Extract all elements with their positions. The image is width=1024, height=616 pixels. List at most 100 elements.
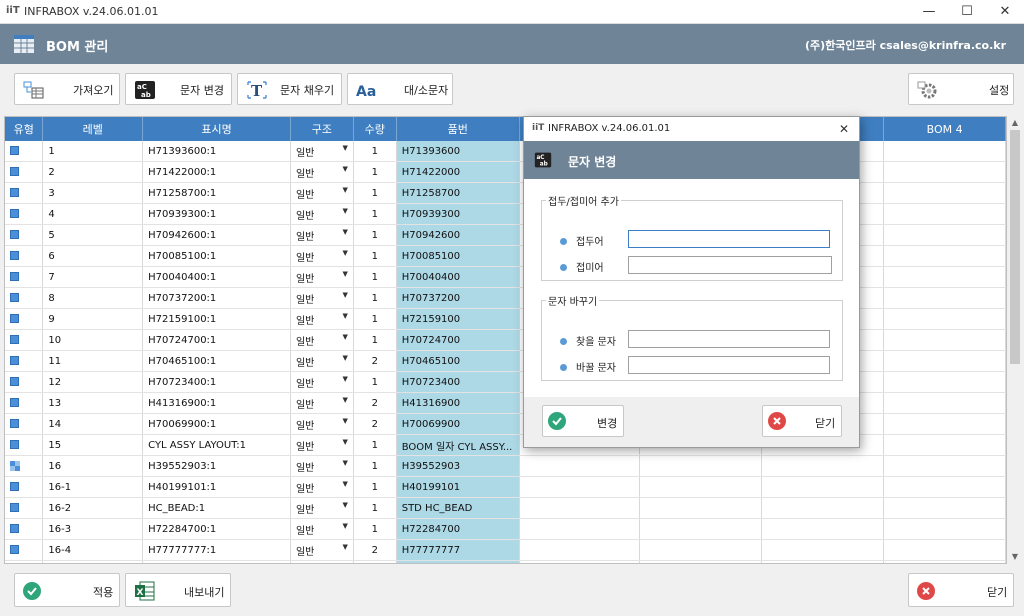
- cell-level[interactable]: 4: [42, 203, 144, 225]
- cell-type[interactable]: [5, 539, 44, 561]
- cell-part-number[interactable]: H70939300: [396, 203, 520, 225]
- cell-part-number[interactable]: H70724700: [396, 329, 520, 351]
- cell-display-name[interactable]: H71258700:1: [142, 182, 291, 204]
- cell-part-number[interactable]: H71393600: [396, 141, 520, 162]
- cell-type[interactable]: [5, 455, 44, 477]
- cell-display-name[interactable]: H70069900:1: [142, 413, 291, 435]
- table-vertical-scrollbar[interactable]: ▲ ▼: [1007, 116, 1023, 564]
- cell-structure[interactable]: 일반 ▼: [290, 266, 354, 288]
- cell-bom-1[interactable]: [519, 476, 641, 498]
- cell-structure[interactable]: 일반 ▼: [290, 224, 354, 246]
- cell-structure[interactable]: 일반 ▼: [290, 161, 354, 183]
- cell-display-name[interactable]: H41316900:1: [142, 392, 291, 414]
- cell-quantity[interactable]: 1: [353, 329, 397, 351]
- cell-level[interactable]: 8: [42, 287, 144, 309]
- dropdown-arrow-icon[interactable]: ▼: [342, 333, 347, 341]
- cell-bom-4[interactable]: [883, 497, 1006, 519]
- export-button[interactable]: X 내보내기: [125, 573, 231, 607]
- cell-quantity[interactable]: 1: [353, 434, 397, 456]
- col-header-level[interactable]: 레벨: [42, 117, 144, 141]
- dialog-change-button[interactable]: 변경: [542, 405, 624, 437]
- cell-part-number[interactable]: H39552903: [396, 455, 520, 477]
- cell-level[interactable]: 11: [42, 350, 144, 372]
- cell-bom-4[interactable]: [883, 455, 1006, 477]
- minimize-button[interactable]: —: [912, 0, 946, 24]
- cell-part-number[interactable]: H70723400: [396, 371, 520, 393]
- cell-quantity[interactable]: 1: [353, 203, 397, 225]
- cell-structure[interactable]: 일반 ▼: [290, 287, 354, 309]
- cell-part-number[interactable]: H71422000: [396, 161, 520, 183]
- cell-bom-4[interactable]: [883, 329, 1006, 351]
- cell-type[interactable]: [5, 518, 44, 540]
- cell-bom-3[interactable]: [761, 497, 885, 519]
- cell-quantity[interactable]: 1: [353, 141, 397, 162]
- cell-display-name[interactable]: H77777777:1: [142, 539, 291, 561]
- cell-bom-4[interactable]: [883, 141, 1006, 162]
- cell-part-number[interactable]: H71258700: [396, 182, 520, 204]
- settings-button[interactable]: 설정: [908, 73, 1014, 105]
- cell-part-number[interactable]: STD HC_BEAD: [396, 497, 520, 519]
- cell-structure[interactable]: 일반 ▼: [290, 182, 354, 204]
- cell-type[interactable]: [5, 245, 44, 267]
- cell-structure[interactable]: 일반 ▼: [290, 476, 354, 498]
- dropdown-arrow-icon[interactable]: ▼: [342, 354, 347, 362]
- cell-level[interactable]: 16-1: [42, 476, 144, 498]
- cell-display-name[interactable]: H70942600:1: [142, 224, 291, 246]
- cell-structure[interactable]: 일반 ▼: [290, 203, 354, 225]
- col-header-quantity[interactable]: 수량: [353, 117, 397, 141]
- apply-button[interactable]: 적용: [14, 573, 120, 607]
- cell-structure[interactable]: 일반 ▼: [290, 350, 354, 372]
- cell-quantity[interactable]: 1: [353, 245, 397, 267]
- cell-quantity[interactable]: 2: [353, 413, 397, 435]
- cell-bom-1[interactable]: [519, 455, 641, 477]
- table-row[interactable]: 16-4 H77777777:1 일반 ▼ 2 H77777777: [5, 539, 1006, 561]
- cell-quantity[interactable]: 2: [353, 350, 397, 372]
- cell-level[interactable]: 10: [42, 329, 144, 351]
- cell-part-number[interactable]: H70069900: [396, 413, 520, 435]
- cell-structure[interactable]: 일반 ▼: [290, 329, 354, 351]
- cell-bom-3[interactable]: [761, 476, 885, 498]
- cell-part-number[interactable]: H72284700: [396, 518, 520, 540]
- cell-display-name[interactable]: H70724700:1: [142, 329, 291, 351]
- cell-display-name[interactable]: CYL ASSY LAYOUT:1: [142, 434, 291, 456]
- dropdown-arrow-icon[interactable]: ▼: [342, 459, 347, 467]
- cell-bom-2[interactable]: [639, 539, 762, 561]
- dropdown-arrow-icon[interactable]: ▼: [342, 270, 347, 278]
- cell-level[interactable]: 6: [42, 245, 144, 267]
- cell-type[interactable]: [5, 413, 44, 435]
- cell-structure[interactable]: 일반 ▼: [290, 308, 354, 330]
- cell-quantity[interactable]: 1: [353, 161, 397, 183]
- cell-structure[interactable]: 일반 ▼: [290, 497, 354, 519]
- cell-bom-4[interactable]: [883, 434, 1006, 456]
- dropdown-arrow-icon[interactable]: ▼: [342, 501, 347, 509]
- cell-type[interactable]: [5, 287, 44, 309]
- col-header-part-number[interactable]: 품번: [396, 117, 520, 141]
- cell-structure[interactable]: 일반 ▼: [290, 518, 354, 540]
- cell-structure[interactable]: 일반 ▼: [290, 371, 354, 393]
- dialog-close-icon[interactable]: ✕: [834, 119, 854, 139]
- cell-bom-2[interactable]: [639, 455, 762, 477]
- cell-display-name[interactable]: H71393600:1: [142, 141, 291, 162]
- table-row[interactable]: 16 H39552903:1 일반 ▼ 1 H39552903: [5, 455, 1006, 477]
- scroll-thumb[interactable]: [1010, 130, 1020, 364]
- cell-structure[interactable]: 일반 ▼: [290, 245, 354, 267]
- table-row[interactable]: 16-1 H40199101:1 일반 ▼ 1 H40199101: [5, 476, 1006, 498]
- cell-bom-4[interactable]: [883, 308, 1006, 330]
- maximize-button[interactable]: ☐: [950, 0, 984, 24]
- cell-part-number[interactable]: H77777777: [396, 539, 520, 561]
- cell-bom-1[interactable]: [519, 518, 641, 540]
- cell-structure[interactable]: 일반 ▼: [290, 141, 354, 162]
- cell-bom-4[interactable]: [883, 287, 1006, 309]
- cell-bom-1[interactable]: [519, 539, 641, 561]
- cell-level[interactable]: 3: [42, 182, 144, 204]
- cell-quantity[interactable]: 1: [353, 371, 397, 393]
- cell-bom-4[interactable]: [883, 518, 1006, 540]
- fill-text-button[interactable]: T 문자 채우기: [237, 73, 342, 105]
- cell-level[interactable]: 5: [42, 224, 144, 246]
- cell-bom-2[interactable]: [639, 476, 762, 498]
- cell-type[interactable]: [5, 161, 44, 183]
- cell-display-name[interactable]: H70085100:1: [142, 245, 291, 267]
- col-header-structure[interactable]: 구조: [290, 117, 354, 141]
- cell-level[interactable]: 14: [42, 413, 144, 435]
- dropdown-arrow-icon[interactable]: ▼: [342, 480, 347, 488]
